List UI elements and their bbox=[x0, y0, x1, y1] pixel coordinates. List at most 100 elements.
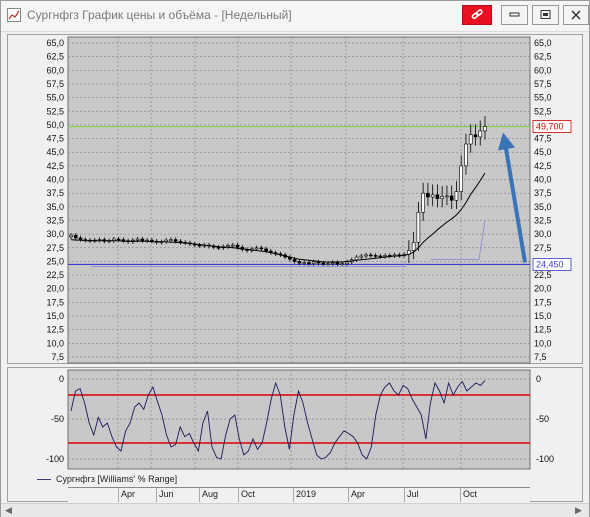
price-y-tick-right: 10,0 bbox=[534, 338, 552, 348]
upper-level-label: 49,700 bbox=[536, 122, 564, 132]
candle-body bbox=[473, 134, 478, 138]
candle-body bbox=[430, 194, 435, 198]
horizontal-scrollbar[interactable]: ◀ ▶ bbox=[1, 503, 589, 517]
price-y-tick-left: 35,0 bbox=[46, 202, 64, 212]
candle-body bbox=[178, 240, 183, 243]
date-label: Aug bbox=[202, 489, 219, 499]
price-y-tick-right: 42,5 bbox=[534, 161, 552, 171]
date-label: 2019 bbox=[296, 489, 317, 499]
candle-body bbox=[335, 262, 340, 265]
candle-body bbox=[169, 239, 173, 241]
chart-window: Сургнфгз График цены и объёма - [Недельн… bbox=[0, 0, 590, 517]
price-y-tick-right: 35,0 bbox=[534, 202, 552, 212]
price-y-tick-right: 27,5 bbox=[534, 243, 552, 253]
date-axis: Apr Jun Aug Oct 2019 Apr Jul Oct bbox=[68, 487, 530, 502]
candle-body bbox=[459, 165, 464, 192]
candle-body bbox=[454, 191, 459, 201]
candle-body bbox=[311, 261, 316, 264]
price-y-tick-left: 50,0 bbox=[46, 120, 64, 130]
date-separator bbox=[404, 488, 405, 502]
candle-body bbox=[468, 134, 473, 145]
candle-body bbox=[307, 262, 311, 264]
scroll-left-icon[interactable]: ◀ bbox=[5, 505, 12, 516]
candle-body bbox=[264, 248, 268, 252]
legend-line-swatch bbox=[37, 479, 51, 481]
price-y-tick-left: 15,0 bbox=[46, 311, 64, 321]
indicator-legend: Сургнфгз [Williams' % Range] bbox=[37, 474, 177, 484]
price-y-tick-right: 22,5 bbox=[534, 270, 552, 280]
price-y-tick-left: 40,0 bbox=[46, 175, 64, 185]
candle-body bbox=[326, 263, 330, 265]
indicator-y-tick-right: -50 bbox=[536, 414, 549, 424]
candle-body bbox=[483, 126, 487, 132]
price-y-tick-right: 17,5 bbox=[534, 297, 552, 307]
lower-level-label: 24,450 bbox=[536, 259, 564, 269]
candle-body bbox=[445, 195, 449, 198]
candle-body bbox=[254, 247, 259, 250]
price-y-tick-left: 7,5 bbox=[51, 352, 64, 362]
candle-body bbox=[135, 238, 140, 241]
indicator-y-tick-left: -100 bbox=[46, 454, 64, 464]
chart-canvas: 65,0 65,0 62,5 62,5 60,0 60,0 57,5 57,5 55,0 55,0… bbox=[46, 36, 572, 470]
candle-body bbox=[435, 194, 440, 199]
price-y-tick-left: 10,0 bbox=[46, 338, 64, 348]
price-y-tick-left: 20,0 bbox=[46, 284, 64, 294]
price-y-tick-left: 12,5 bbox=[46, 325, 64, 335]
candle-body bbox=[440, 196, 444, 199]
candle-body bbox=[140, 238, 145, 241]
price-y-tick-left: 52,5 bbox=[46, 106, 64, 116]
date-separator bbox=[238, 488, 239, 502]
price-y-tick-left: 62,5 bbox=[46, 52, 64, 62]
date-label: Jul bbox=[407, 489, 419, 499]
candle-body bbox=[321, 262, 326, 265]
candle-body bbox=[78, 237, 83, 240]
candle-body bbox=[345, 261, 349, 264]
price-y-tick-right: 55,0 bbox=[534, 93, 552, 103]
price-y-tick-right: 37,5 bbox=[534, 188, 552, 198]
indicator-y-tick-right: -100 bbox=[536, 454, 554, 464]
date-label: Apr bbox=[351, 489, 366, 499]
price-y-tick-left: 37,5 bbox=[46, 188, 64, 198]
candle-body bbox=[226, 245, 230, 247]
price-y-tick-left: 60,0 bbox=[46, 65, 64, 75]
date-separator bbox=[460, 488, 461, 502]
indicator-y-tick-left: 0 bbox=[59, 374, 64, 384]
price-y-tick-right: 40,0 bbox=[534, 175, 552, 185]
price-y-tick-right: 62,5 bbox=[534, 52, 552, 62]
candle-body bbox=[464, 143, 468, 167]
scroll-right-icon[interactable]: ▶ bbox=[575, 505, 582, 516]
indicator-y-tick-left: -50 bbox=[51, 414, 64, 424]
candle-body bbox=[449, 195, 454, 201]
candle-body bbox=[292, 258, 297, 262]
date-label: Jun bbox=[159, 489, 174, 499]
candle-body bbox=[235, 244, 240, 248]
legend-label: Сургнфгз [Williams' % Range] bbox=[56, 474, 178, 484]
price-y-tick-left: 65,0 bbox=[46, 38, 64, 48]
candle-body bbox=[116, 238, 121, 241]
candle-body bbox=[302, 262, 306, 264]
date-label: Oct bbox=[241, 489, 256, 499]
date-separator bbox=[156, 488, 157, 502]
price-y-tick-left: 25,0 bbox=[46, 256, 64, 266]
price-y-tick-left: 42,5 bbox=[46, 161, 64, 171]
candle-body bbox=[173, 239, 178, 242]
price-y-tick-right: 12,5 bbox=[534, 325, 552, 335]
candle-body bbox=[373, 255, 378, 257]
candle-body bbox=[359, 255, 364, 258]
candle-body bbox=[69, 234, 73, 238]
candle-body bbox=[230, 244, 235, 247]
candle-body bbox=[416, 211, 421, 243]
date-label: Apr bbox=[121, 489, 136, 499]
price-y-tick-left: 30,0 bbox=[46, 229, 64, 239]
candle-body bbox=[411, 242, 416, 251]
price-y-tick-left: 27,5 bbox=[46, 243, 64, 253]
candle-body bbox=[368, 254, 373, 257]
price-y-tick-right: 52,5 bbox=[534, 106, 552, 116]
price-y-tick-left: 17,5 bbox=[46, 297, 64, 307]
date-separator bbox=[293, 488, 294, 502]
price-y-tick-right: 15,0 bbox=[534, 311, 552, 321]
date-separator bbox=[348, 488, 349, 502]
price-y-tick-left: 47,5 bbox=[46, 134, 64, 144]
price-y-tick-left: 32,5 bbox=[46, 215, 64, 225]
candle-body bbox=[330, 262, 335, 264]
